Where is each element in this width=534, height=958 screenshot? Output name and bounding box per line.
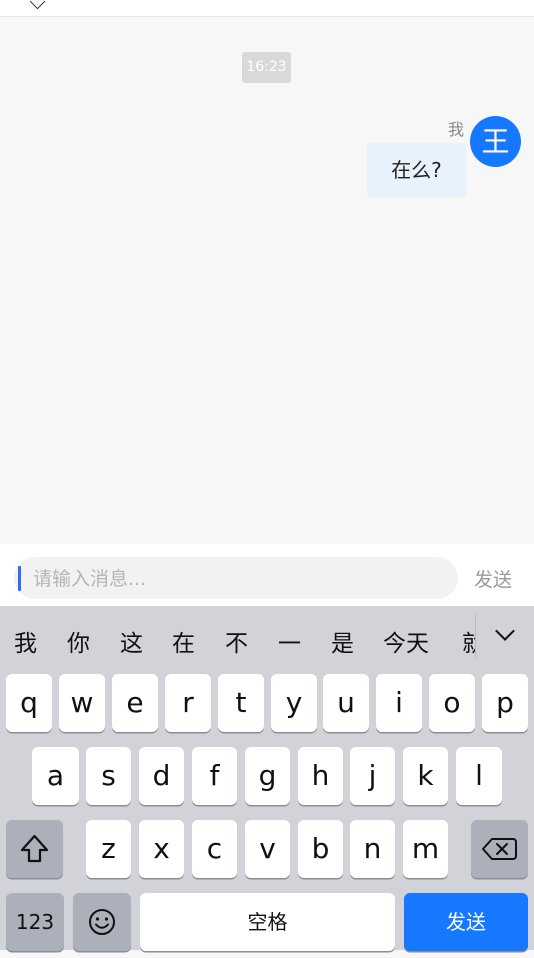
- text-caret: [18, 566, 21, 591]
- candidate-bar: 我 你 这 在 不 一 是 今天 就: [0, 606, 534, 668]
- key-e[interactable]: e: [112, 674, 158, 732]
- key-i[interactable]: i: [376, 674, 422, 732]
- key-s[interactable]: s: [86, 747, 131, 805]
- candidate-divider: [475, 614, 476, 658]
- key-j[interactable]: j: [350, 747, 395, 805]
- avatar[interactable]: 王: [470, 116, 521, 167]
- shift-arrow-icon: [20, 834, 49, 863]
- key-l[interactable]: l: [456, 747, 502, 805]
- candidate-word[interactable]: 不: [225, 624, 248, 658]
- sender-name: 我: [447, 120, 464, 139]
- key-u[interactable]: u: [323, 674, 369, 732]
- key-f[interactable]: f: [192, 747, 237, 805]
- key-v[interactable]: v: [245, 820, 290, 878]
- key-r[interactable]: r: [165, 674, 211, 732]
- backspace-icon: [482, 838, 517, 860]
- key-q[interactable]: q: [6, 674, 52, 732]
- key-m[interactable]: m: [403, 820, 448, 878]
- key-a[interactable]: a: [32, 747, 79, 805]
- shift-key[interactable]: [6, 820, 63, 878]
- candidate-word[interactable]: 在: [172, 624, 195, 658]
- input-bar: 发送: [0, 544, 534, 606]
- keyboard: 我 你 这 在 不 一 是 今天 就 q w e r t y u i o p a…: [0, 606, 534, 951]
- back-arrow-icon[interactable]: [29, 0, 46, 10]
- key-n[interactable]: n: [350, 820, 395, 878]
- key-z[interactable]: z: [86, 820, 131, 878]
- key-k[interactable]: k: [403, 747, 448, 805]
- key-b[interactable]: b: [298, 820, 343, 878]
- key-o[interactable]: o: [429, 674, 475, 732]
- candidate-word[interactable]: 你: [67, 624, 90, 658]
- candidate-word[interactable]: 这: [120, 624, 143, 658]
- space-key[interactable]: 空格: [140, 893, 395, 951]
- send-button[interactable]: 发送: [474, 565, 512, 592]
- message-input-container[interactable]: [14, 557, 458, 601]
- emoji-key[interactable]: [73, 893, 131, 951]
- chevron-down-icon[interactable]: [495, 621, 515, 641]
- key-c[interactable]: c: [192, 820, 237, 878]
- candidate-word[interactable]: 是: [331, 624, 354, 658]
- message-input[interactable]: [31, 557, 455, 601]
- emoji-icon: [89, 909, 115, 935]
- candidate-word[interactable]: 我: [14, 624, 37, 658]
- key-x[interactable]: x: [139, 820, 184, 878]
- candidate-word[interactable]: 今天: [383, 624, 429, 658]
- candidate-word[interactable]: 一: [278, 624, 301, 658]
- key-w[interactable]: w: [59, 674, 105, 732]
- key-t[interactable]: t: [218, 674, 264, 732]
- chat-area: 16:23 我 王 在么?: [0, 17, 534, 544]
- delete-key[interactable]: [471, 820, 528, 878]
- key-h[interactable]: h: [298, 747, 343, 805]
- candidate-word-partial[interactable]: 就: [462, 624, 476, 656]
- numbers-key[interactable]: 123: [6, 893, 64, 951]
- key-y[interactable]: y: [271, 674, 317, 732]
- key-p[interactable]: p: [482, 674, 528, 732]
- keyboard-send-key[interactable]: 发送: [404, 893, 528, 951]
- top-bar: [0, 0, 534, 17]
- timestamp: 16:23: [242, 52, 291, 83]
- key-d[interactable]: d: [139, 747, 184, 805]
- message-bubble[interactable]: 在么?: [367, 143, 466, 197]
- key-g[interactable]: g: [245, 747, 290, 805]
